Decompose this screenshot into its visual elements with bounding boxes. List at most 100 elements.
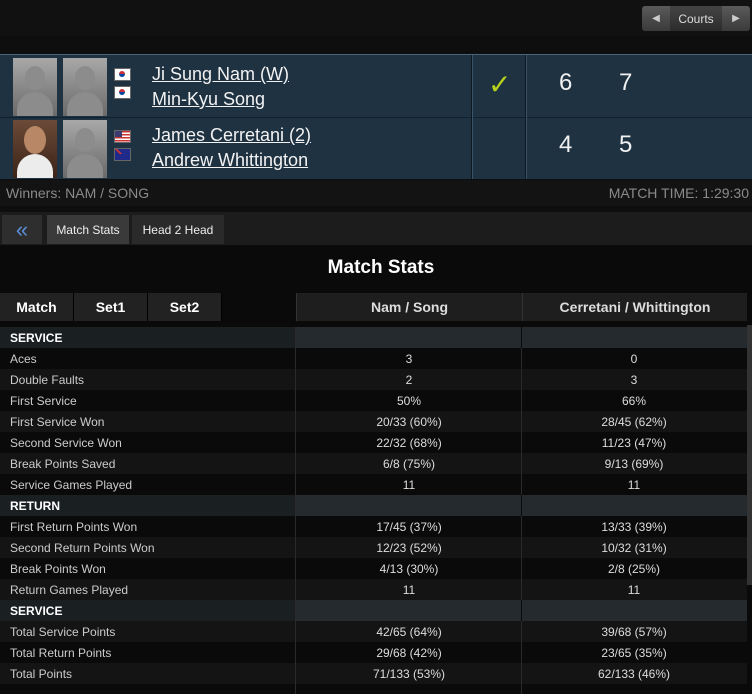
stat-label: First Return Points Won [10,520,138,534]
stat-value-team1: 6/8 (75%) [382,457,436,471]
player-link[interactable]: Andrew Whittington [152,150,308,171]
stat-label: Total Return Points [10,646,112,660]
set1-score: 4 [559,131,573,158]
stat-label: Double Faults [10,373,85,387]
stat-value-team2: 28/45 (62%) [601,415,667,429]
stat-value-team2: 39/68 (57%) [601,625,667,639]
stats-row: First Return Points Won 17/45 (37%) 13/33 … [0,516,747,537]
stat-value-team1: 11 [402,478,416,492]
stat-value-team1: 3 [405,352,413,366]
stat-value-team1: 12/23 (52%) [376,541,442,555]
player-photo [13,120,57,178]
korea-flag-icon [114,86,131,99]
courts-navigator: ◀ Courts ▶ [642,6,750,31]
tab-match-stats[interactable]: Match Stats [47,215,129,244]
tab-bar: « Match Stats Head 2 Head [0,212,752,245]
divider [525,55,526,179]
korea-flag-icon [114,68,131,81]
stat-value-team2: 2/8 (25%) [607,562,661,576]
stat-label: Return Games Played [10,583,129,597]
stat-value-team2: 11 [627,478,641,492]
prev-court-icon[interactable]: ◀ [642,6,670,31]
player-photo-placeholder-icon [63,58,107,116]
stat-value-team1: 71/133 (53%) [372,667,446,681]
stats-row: Total Service Points 42/65 (64%) 39/68 (57… [0,621,747,642]
next-court-icon[interactable]: ▶ [722,6,750,31]
stats-row: Second Service Won 22/32 (68%) 11/23 (47%) [0,432,747,453]
stats-row: Total Points 71/133 (53%) 62/133 (46%) [0,663,747,684]
stats-row: Break Points Won 4/13 (30%) 2/8 (25%) [0,558,747,579]
stats-row: Total Return Points 29/68 (42%) 23/65 (35%… [0,642,747,663]
stats-row: Service Games Played 11 11 [0,474,747,495]
stat-value-team2: 11/23 (47%) [601,436,667,450]
stats-row: Double Faults 2 3 [0,369,747,390]
australia-flag-icon [114,148,131,161]
player-link[interactable]: Ji Sung Nam (W) [152,64,289,85]
stats-row: First Service 50% 66% [0,390,747,411]
stats-row: Aces 3 0 [0,348,747,369]
match-stats-panel: Match Stats Match Set1 Set2 Nam / Song C… [0,245,752,694]
stat-label: Service Games Played [10,478,133,492]
match-time: MATCH TIME: 1:29:30 [608,185,749,201]
panel-title: Match Stats [327,257,435,278]
section-header: SERVICE [0,327,747,348]
stats-row: Second Return Points Won 12/23 (52%) 10/32… [0,537,747,558]
stat-label: SERVICE [10,604,63,618]
player-photo-placeholder-icon [13,58,57,116]
team-row: Ji Sung Nam (W) Min-Kyu Song ✓ 6 7 [0,56,752,116]
stat-value-team2: 23/65 (35%) [601,646,667,660]
section-header: SERVICE [0,600,747,621]
back-icon[interactable]: « [2,215,42,244]
set2-score: 5 [619,131,633,158]
stat-value-team2: 0 [630,352,638,366]
stat-value-team1: 11 [402,583,416,597]
stat-label: Break Points Won [10,562,106,576]
subtab-set1[interactable]: Set1 [74,293,148,321]
info-bar: Winners: NAM / SONG MATCH TIME: 1:29:30 [0,180,752,206]
stat-value-team1: 2 [405,373,413,387]
stat-value-team2: 62/133 (46%) [597,667,671,681]
stat-value-team2: 66% [621,394,647,408]
column-header-team1: Nam / Song [296,293,522,321]
stat-label: First Service [10,394,77,408]
stat-label: SERVICE [10,331,63,345]
player-link[interactable]: James Cerretani (2) [152,125,311,146]
stat-value-team2: 9/13 (69%) [604,457,664,471]
stat-value-team2: 10/32 (31%) [601,541,667,555]
scoreboard: Ji Sung Nam (W) Min-Kyu Song ✓ 6 7 James… [0,54,752,179]
stat-label: Total Service Points [10,625,116,639]
player-photo-placeholder-icon [63,120,107,178]
winner-check-icon: ✓ [488,69,512,100]
top-bar: ◀ Courts ▶ [0,0,752,36]
stat-label: RETURN [10,499,60,513]
player-link[interactable]: Min-Kyu Song [152,89,265,110]
stat-label: Second Service Won [10,436,122,450]
stat-value-team2: 13/33 (39%) [601,520,667,534]
stat-value-team1: 17/45 (37%) [376,520,442,534]
stat-label: First Service Won [10,415,105,429]
section-header: RETURN [0,495,747,516]
divider [471,55,472,179]
stat-label: Second Return Points Won [10,541,155,555]
scrollbar[interactable] [747,325,752,585]
stat-value-team1: 4/13 (30%) [379,562,439,576]
tab-head-2-head[interactable]: Head 2 Head [132,215,224,244]
stats-row: Break Points Saved 6/8 (75%) 9/13 (69%) [0,453,747,474]
subtab-match[interactable]: Match [0,293,74,321]
stat-label: Break Points Saved [10,457,116,471]
stats-row: Return Games Played 11 11 [0,579,747,600]
set2-score: 7 [619,69,633,96]
stat-value-team2: 3 [630,373,638,387]
stat-value-team1: 42/65 (64%) [376,625,442,639]
stat-value-team1: 20/33 (60%) [376,415,442,429]
column-header-team2: Cerretani / Whittington [522,293,747,321]
stat-value-team1: 50% [396,394,422,408]
set1-score: 6 [559,69,573,96]
subtab-set2[interactable]: Set2 [148,293,222,321]
stats-table: SERVICE Aces 3 0 Double Faults 2 3 First Servic… [0,327,747,684]
team-row: James Cerretani (2) Andrew Whittington 4… [0,117,752,178]
winners-text: Winners: NAM / SONG [6,185,150,201]
stat-label: Total Points [10,667,73,681]
courts-label[interactable]: Courts [670,6,722,31]
stats-row: First Service Won 20/33 (60%) 28/45 (62%) [0,411,747,432]
